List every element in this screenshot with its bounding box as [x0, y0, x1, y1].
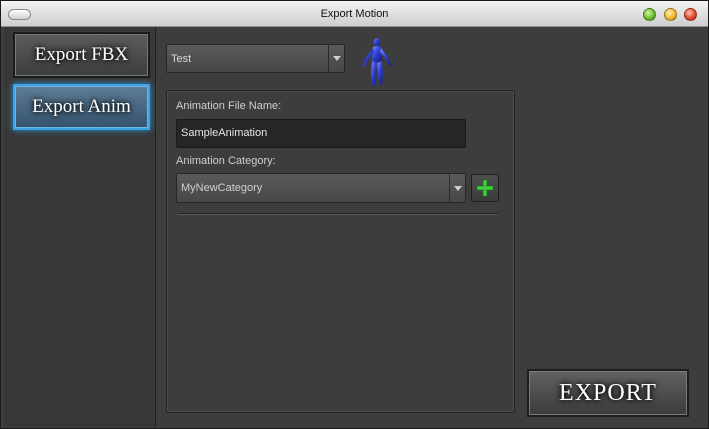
chevron-down-icon[interactable] [449, 174, 465, 202]
window-title: Export Motion [320, 8, 389, 20]
chevron-down-icon[interactable] [328, 45, 344, 72]
title-bar[interactable]: Export Motion [1, 1, 708, 27]
add-category-button[interactable] [471, 174, 499, 202]
animation-settings-panel: Animation File Name: SampleAnimation Ani… [166, 90, 515, 413]
zoom-button[interactable] [643, 8, 656, 21]
character-figure-icon [362, 38, 392, 85]
file-name-label: Animation File Name: [176, 100, 282, 112]
category-select[interactable]: MyNewCategory [176, 173, 466, 203]
export-motion-window: Export Motion Export FBX Export Anim Tes… [0, 0, 709, 429]
export-fbx-button[interactable]: Export FBX [13, 32, 150, 78]
category-select-value: MyNewCategory [181, 182, 263, 194]
file-name-input[interactable]: SampleAnimation [176, 119, 466, 148]
export-anim-button[interactable]: Export Anim [13, 84, 150, 130]
plus-icon [476, 179, 494, 197]
profile-select-value: Test [171, 53, 192, 65]
category-label: Animation Category: [176, 155, 276, 167]
profile-select[interactable]: Test [166, 44, 345, 73]
divider [178, 213, 498, 215]
close-button[interactable] [684, 8, 697, 21]
sidebar: Export FBX Export Anim [4, 27, 156, 427]
minimize-button[interactable] [664, 8, 677, 21]
main-area: Test Animation File Name: SampleAnimatio… [156, 27, 707, 427]
export-button[interactable]: EXPORT [527, 369, 689, 417]
